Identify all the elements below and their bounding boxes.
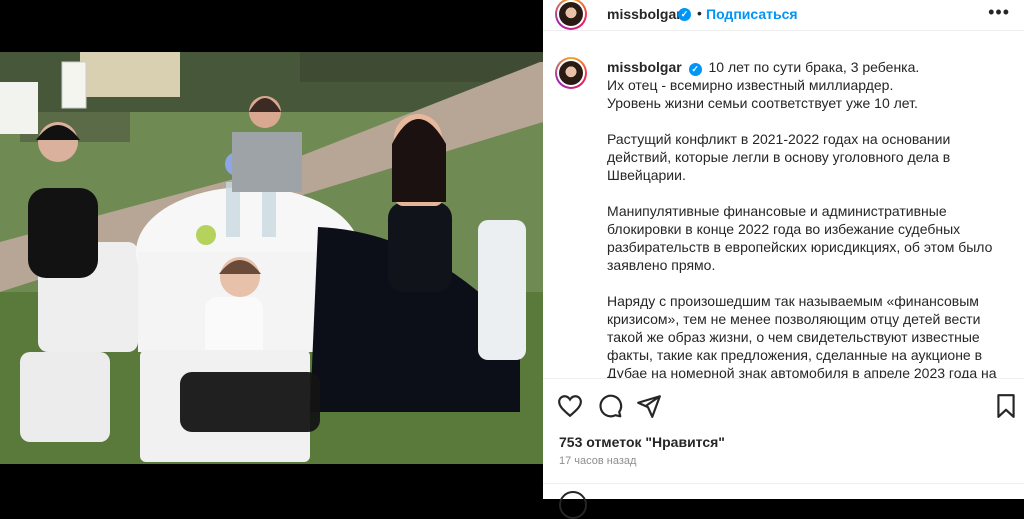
caption-line: Швейцарии. [607, 167, 686, 183]
post-timestamp[interactable]: 17 часов назад [559, 455, 636, 467]
caption-line: Уровень жизни семьи соответствует уже 10… [607, 95, 918, 111]
comment-icon[interactable] [597, 393, 623, 419]
bookmark-icon[interactable] [993, 393, 1019, 419]
caption-verified-badge-icon: ✓ [688, 63, 702, 76]
family-photo-image [0, 52, 543, 464]
caption-first-text: 10 лет по сути брака, 3 ребенка. [708, 59, 920, 75]
more-icon[interactable]: ••• [988, 2, 1010, 23]
caption-line: Их отец - всемирно известный миллиардер. [607, 77, 894, 93]
post-media[interactable] [0, 0, 543, 497]
caption-avatar[interactable] [555, 57, 587, 89]
caption-username[interactable]: missbolgar [607, 59, 682, 75]
caption-line: действий, которые легли в основу уголовн… [607, 149, 951, 165]
divider [543, 483, 1024, 484]
follow-button[interactable]: Подписаться [706, 6, 798, 22]
header-separator: • [697, 5, 702, 21]
caption-line: разбирательств в европейских юрисдикциях… [607, 239, 993, 255]
author-username[interactable]: missbolgar [607, 6, 682, 22]
caption-line: такой же образ жизни, о чем свидетельств… [607, 329, 980, 345]
post-header: missbolgar ✓ • Подписаться ••• [543, 0, 1024, 31]
caption-line: Растущий конфликт в 2021-2022 годах на о… [607, 131, 951, 147]
likes-count[interactable]: 753 отметок "Нравится" [559, 434, 725, 450]
author-avatar[interactable] [555, 0, 587, 30]
post-caption: missbolgar ✓ 10 лет по сути брака, 3 реб… [607, 58, 997, 400]
emoji-icon[interactable] [559, 491, 587, 519]
caption-line: Наряду с произошедшим так называемым «фи… [607, 293, 979, 309]
caption-first-line: missbolgar ✓ 10 лет по сути брака, 3 реб… [607, 58, 997, 76]
share-icon[interactable] [636, 393, 662, 419]
heart-icon[interactable] [557, 393, 583, 419]
post-actions: 753 отметок "Нравится" 17 часов назад [543, 378, 1024, 519]
caption-line: заявлено прямо. [607, 257, 716, 273]
post-photo[interactable] [0, 52, 543, 464]
post-side-panel: missbolgar ✓ • Подписаться ••• missbolga… [543, 0, 1024, 519]
caption-line: блокировки в конце 2022 года во избежани… [607, 221, 961, 237]
caption-line: кризисом», тем не менее позволяющим отцу… [607, 311, 981, 327]
caption-line: Манипулятивные финансовые и администрати… [607, 203, 947, 219]
caption-line: факты, такие как предложения, сделанные … [607, 347, 983, 363]
verified-badge-icon: ✓ [678, 8, 691, 21]
